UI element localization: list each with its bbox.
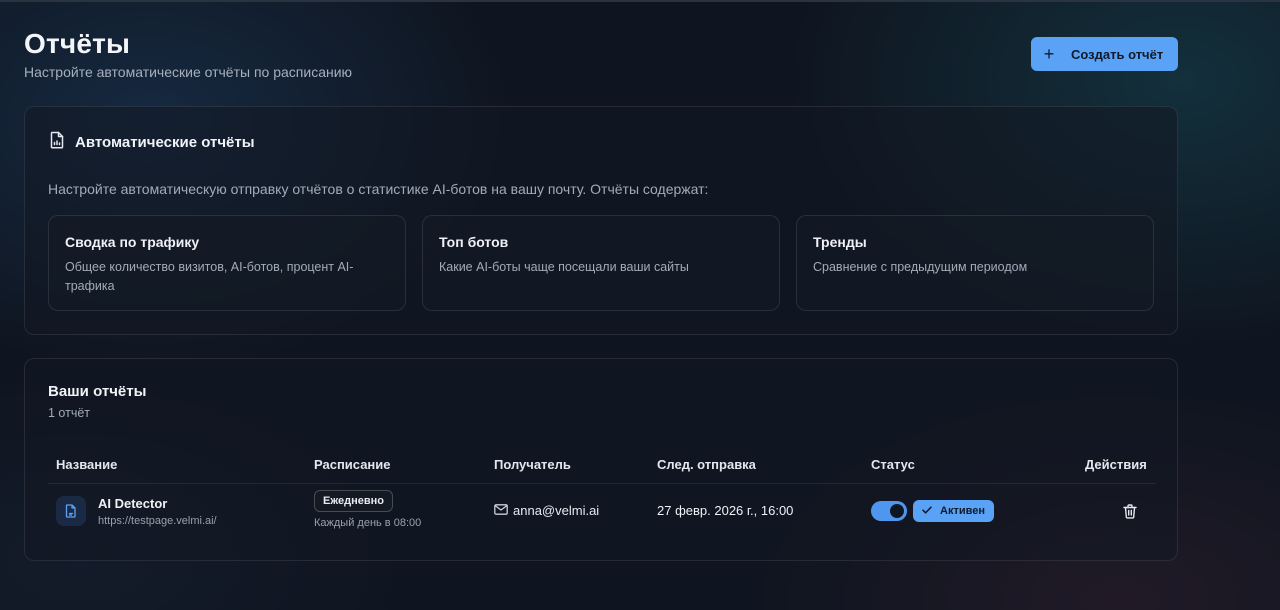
column-header-recipient: Получатель xyxy=(494,457,571,472)
reports-count: 1 отчёт xyxy=(48,406,91,420)
report-url: https://testpage.velmi.ai/ xyxy=(98,515,217,527)
feature-description: Общее количество визитов, AI-ботов, проц… xyxy=(65,260,354,293)
auto-reports-description: Настройте автоматическую отправку отчёто… xyxy=(48,181,709,197)
column-header-name: Название xyxy=(56,457,118,472)
status-toggle[interactable] xyxy=(871,501,907,521)
feature-title: Топ ботов xyxy=(439,234,509,250)
feature-traffic-summary: Сводка по трафику Общее количество визит… xyxy=(48,215,406,311)
trash-icon[interactable] xyxy=(1121,502,1139,520)
column-header-actions: Действия xyxy=(1085,457,1147,472)
schedule-detail: Каждый день в 08:00 xyxy=(314,517,422,529)
auto-reports-header: Автоматические отчёты xyxy=(49,131,255,154)
report-document-icon xyxy=(49,131,65,154)
feature-trends: Тренды Сравнение с предыдущим периодом xyxy=(796,215,1154,311)
table-header-divider xyxy=(48,483,1156,484)
your-reports-card: Ваши отчёты 1 отчёт Название Расписание … xyxy=(24,358,1178,561)
plus-icon: + xyxy=(1043,44,1055,64)
toggle-knob xyxy=(890,504,904,518)
check-icon xyxy=(922,505,932,517)
feature-description: Сравнение с предыдущим периодом xyxy=(813,260,1028,274)
next-send-date: 27 февр. 2026 г., 16:00 xyxy=(657,503,794,518)
page-subtitle: Настройте автоматические отчёты по распи… xyxy=(24,64,353,80)
status-label: Активен xyxy=(940,505,985,517)
report-name: AI Detector xyxy=(98,496,168,511)
status-badge: Активен xyxy=(913,500,994,522)
top-border xyxy=(0,0,1280,2)
create-report-label: Создать отчёт xyxy=(1071,46,1164,62)
recipient: anna@velmi.ai xyxy=(494,503,599,518)
feature-title: Сводка по трафику xyxy=(65,234,200,250)
page-title: Отчёты xyxy=(24,28,131,59)
column-header-next-send: След. отправка xyxy=(657,457,756,472)
auto-reports-title: Автоматические отчёты xyxy=(75,134,255,151)
document-icon xyxy=(56,496,86,526)
column-header-status: Статус xyxy=(871,457,915,472)
mail-icon xyxy=(494,503,508,518)
feature-title: Тренды xyxy=(813,234,867,250)
schedule-badge: Ежедневно xyxy=(314,490,393,512)
create-report-button[interactable]: + Создать отчёт xyxy=(1031,37,1178,71)
your-reports-title: Ваши отчёты xyxy=(48,383,147,400)
column-header-schedule: Расписание xyxy=(314,457,391,472)
feature-top-bots: Топ ботов Какие AI-боты чаще посещали ва… xyxy=(422,215,780,311)
recipient-email: anna@velmi.ai xyxy=(513,503,600,518)
auto-reports-card: Автоматические отчёты Настройте автомати… xyxy=(24,106,1178,335)
feature-description: Какие AI-боты чаще посещали ваши сайты xyxy=(439,260,689,274)
